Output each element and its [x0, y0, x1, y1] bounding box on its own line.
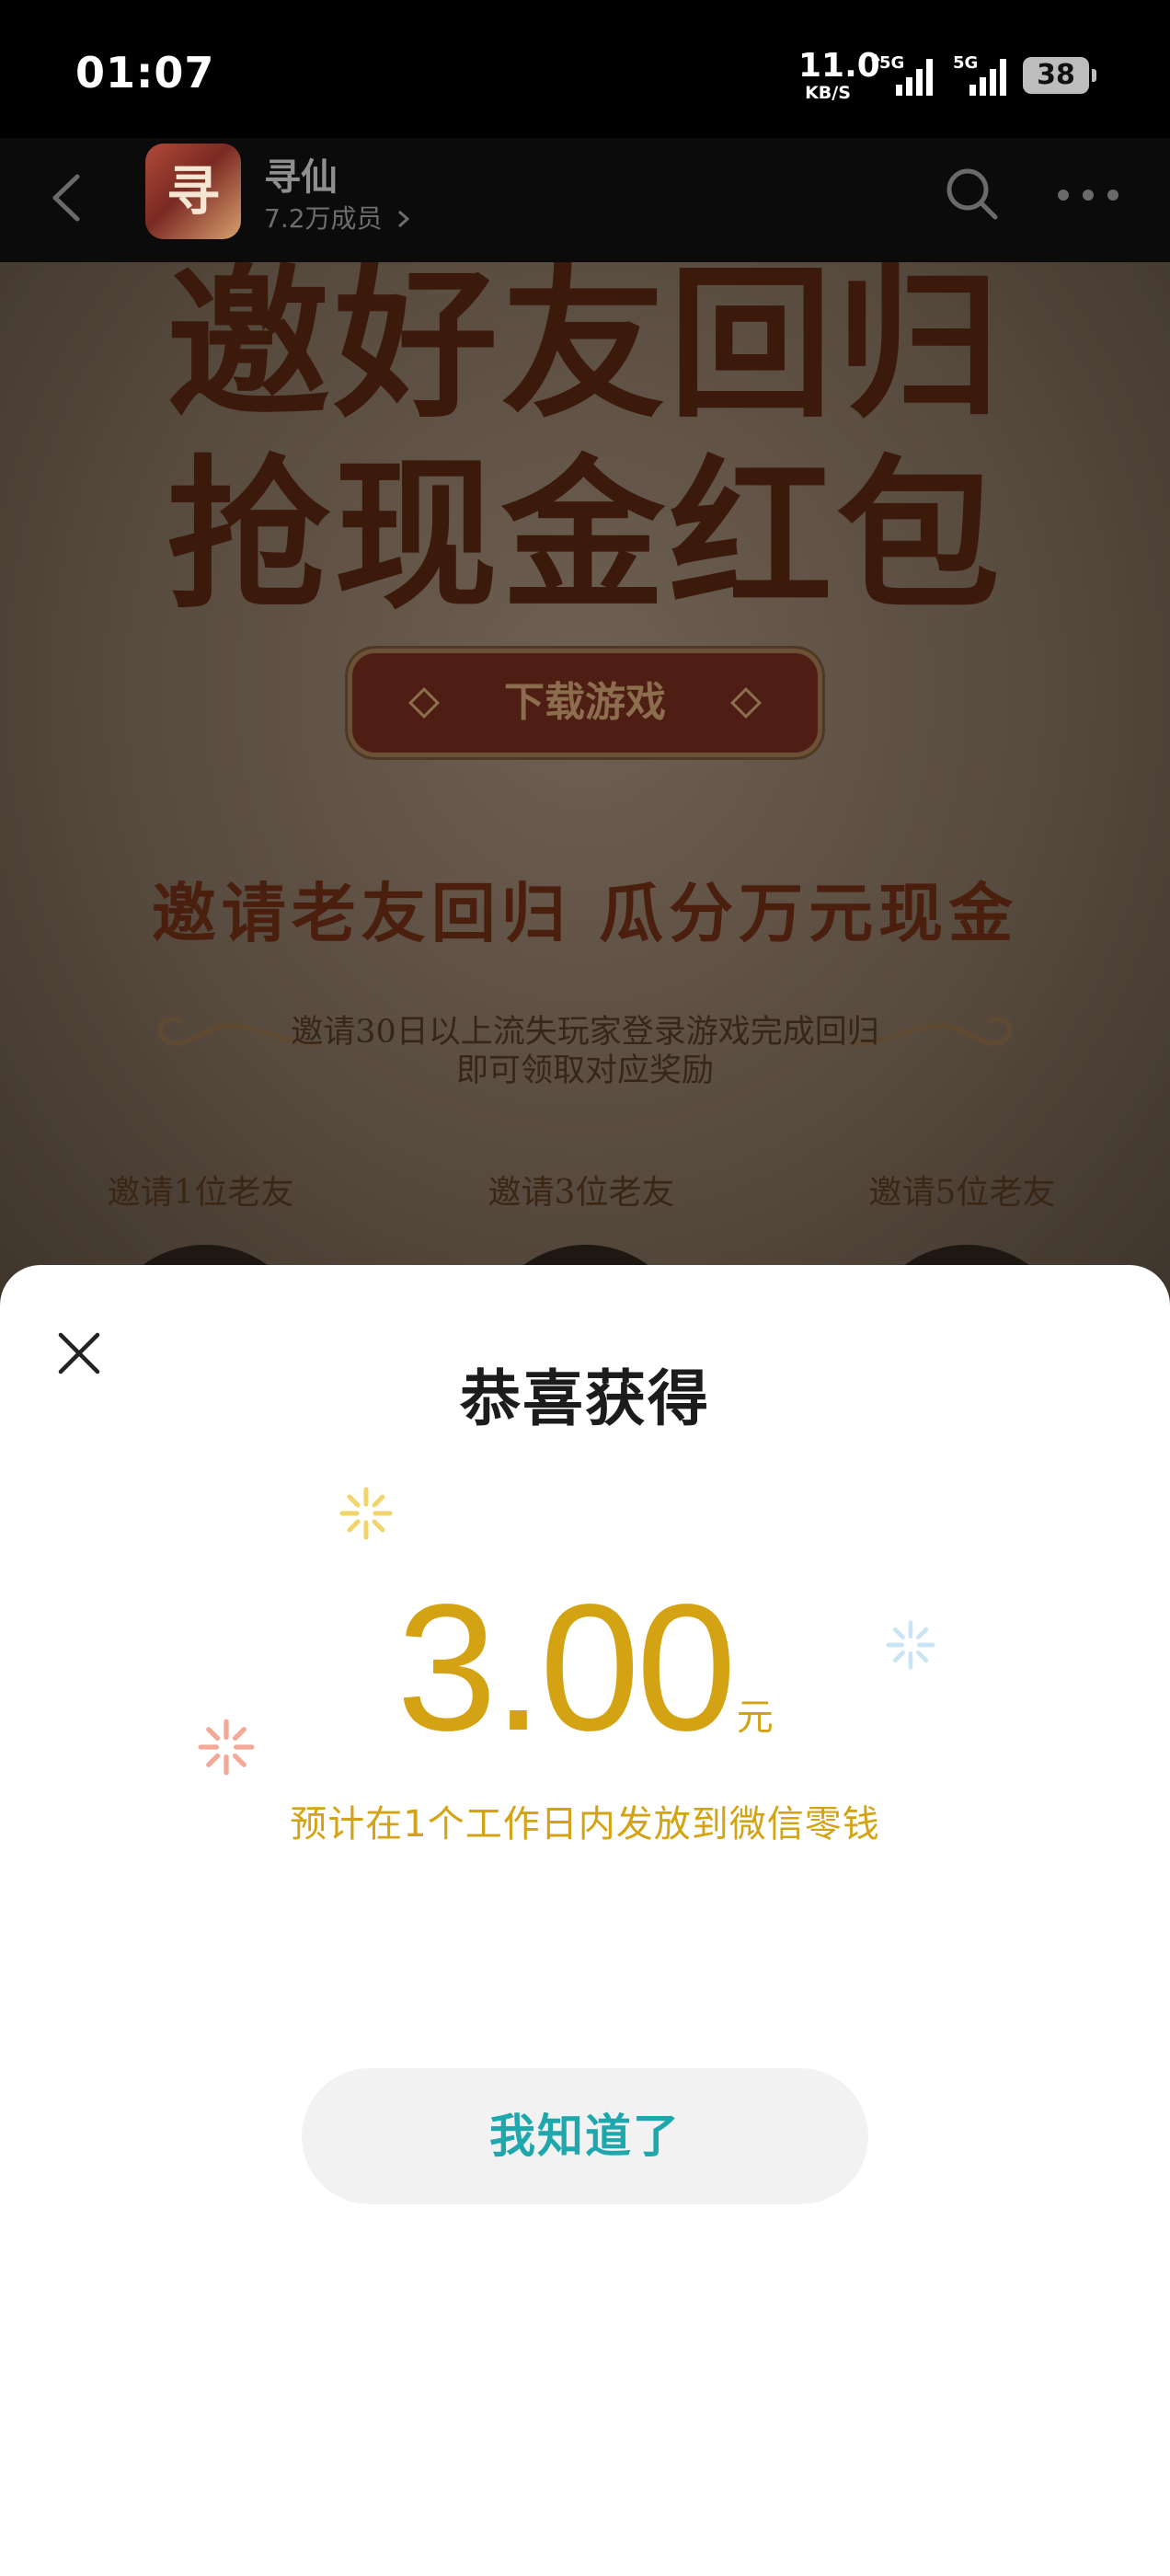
reward-amount: 3.00 元: [0, 1578, 1170, 1758]
tier-invite-1: 邀请1位老友: [44, 1162, 357, 1225]
tier-invite-5: 邀请5位老友: [806, 1162, 1118, 1225]
reward-amount-value: 3.00: [396, 1567, 736, 1768]
signal-label: 5G: [879, 53, 904, 73]
status-time: 01:07: [75, 48, 215, 98]
reward-dialog: 恭喜获得 3.00 元 预计在1个工作日内发放到微信零钱 我知道了: [0, 1265, 1170, 2576]
signal-icon: 5G: [871, 53, 933, 96]
network-speed-unit: KB/S: [805, 83, 851, 103]
reward-amount-unit: 元: [736, 1696, 774, 1739]
group-avatar-logo: 寻仙: [166, 160, 220, 223]
signal-icon-2: 5G: [953, 53, 1006, 96]
more-icon[interactable]: [1056, 186, 1120, 204]
banner-title-line1: 邀好友回归: [166, 262, 1004, 440]
download-game-button[interactable]: 下载游戏: [348, 649, 822, 757]
status-bar: 01:07 11.0 KB/S 5G 5G 38: [0, 0, 1170, 138]
invite-headline: 邀请老友回归 瓜分万元现金: [151, 875, 1019, 951]
network-speed: 11.0 KB/S: [798, 47, 880, 103]
banner-title-line2: 抢现金红包: [166, 439, 1004, 631]
member-count: 7.2万成员: [264, 203, 383, 234]
sparkle-icon: [339, 1487, 393, 1540]
screen: 01:07 11.0 KB/S 5G 5G 38 寻仙 寻仙: [0, 0, 1170, 2576]
dialog-title: 恭喜获得: [460, 1363, 710, 1434]
search-icon[interactable]: [942, 164, 1001, 223]
chevron-right-icon: [398, 210, 410, 228]
payout-note: 预计在1个工作日内发放到微信零钱: [290, 1803, 880, 1846]
group-header: 寻仙 寻仙 7.2万成员: [0, 138, 1170, 262]
got-it-button[interactable]: 我知道了: [302, 2068, 868, 2204]
group-avatar[interactable]: 寻仙: [145, 144, 241, 239]
back-icon[interactable]: [42, 166, 98, 230]
network-speed-value: 11.0: [798, 47, 880, 85]
group-name[interactable]: 寻仙: [264, 147, 338, 201]
signal-label-2: 5G: [953, 53, 978, 73]
event-banner: 邀好友回归 抢现金红包 下载游戏 邀请老友回归 瓜分万元现金 邀请30日以上流失…: [0, 262, 1170, 1329]
member-count-link[interactable]: 7.2万成员: [264, 199, 412, 236]
battery-icon: 38: [1023, 57, 1096, 94]
invite-description-line2: 即可领取对应奖励: [455, 1052, 714, 1089]
tier-invite-3: 邀请3位老友: [425, 1162, 738, 1225]
